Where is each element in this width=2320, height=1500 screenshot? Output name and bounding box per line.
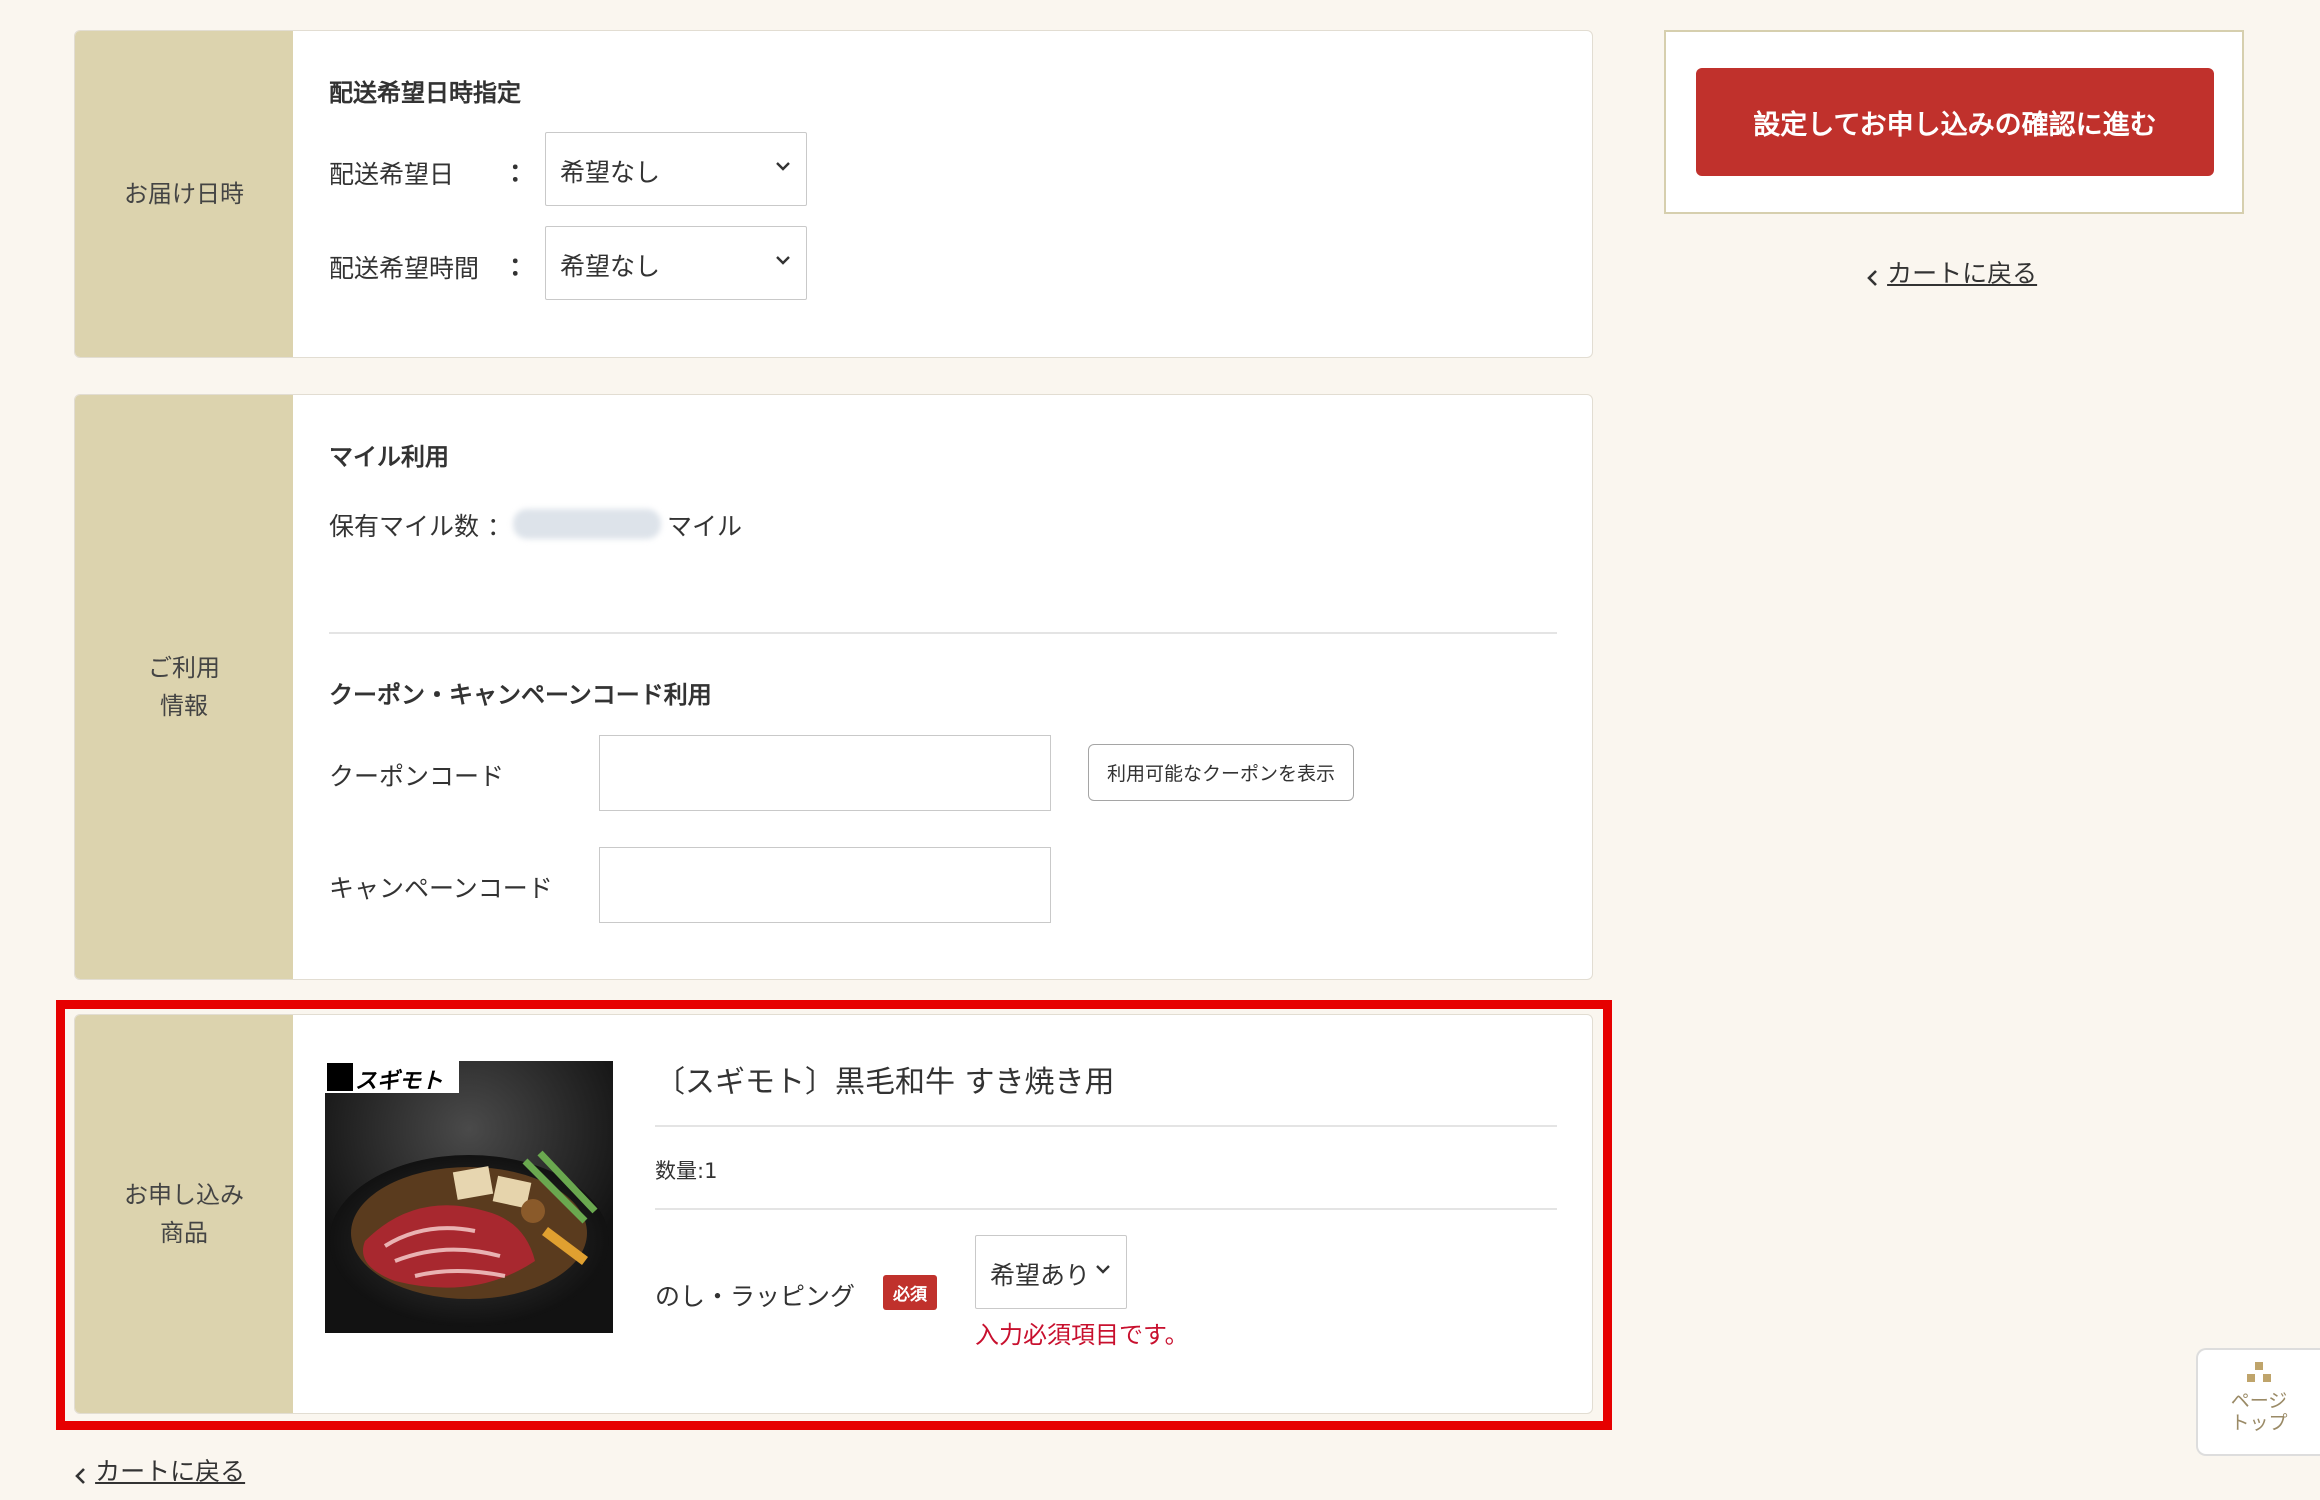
chevron-left-icon xyxy=(75,1467,85,1484)
coupon-code-input[interactable] xyxy=(599,735,1051,811)
sidebar-back-to-cart-link[interactable]: カートに戻る xyxy=(1887,259,2037,288)
product-photo xyxy=(325,1061,613,1333)
delivery-section-label: お届け日時 xyxy=(75,31,293,357)
wrapping-select[interactable]: 希望あり xyxy=(975,1235,1127,1309)
proceed-button-label: 設定してお申し込みの確認に進む xyxy=(1753,109,2157,141)
product-brand-logo: スギモト xyxy=(355,1069,444,1094)
campaign-code-label: キャンペーンコード xyxy=(329,874,553,903)
mile-balance-redacted xyxy=(513,509,661,539)
page-top-line1: ページ xyxy=(2230,1390,2288,1412)
delivery-date-value: 希望なし xyxy=(560,158,661,187)
mile-label: 保有マイル数 ： xyxy=(329,512,512,541)
delivery-time-label: 配送希望時間 xyxy=(329,254,480,283)
page-top-line2: トップ xyxy=(2230,1412,2288,1434)
product-divider-2 xyxy=(655,1208,1557,1210)
product-name[interactable]: 〔スギモト〕黒毛和牛 すき焼き用 xyxy=(655,1057,1115,1101)
order-section-label-line2: 商品 xyxy=(160,1219,208,1247)
product-divider-1 xyxy=(655,1125,1557,1127)
show-available-coupons-button[interactable]: 利用可能なクーポンを表示 xyxy=(1088,744,1355,801)
chevron-down-icon xyxy=(776,256,790,265)
usage-divider xyxy=(329,632,1557,634)
chevron-left-icon xyxy=(1867,269,1877,286)
product-image: スギモト xyxy=(325,1061,613,1333)
coupon-code-label: クーポンコード xyxy=(329,762,505,791)
delivery-card: お届け日時 配送希望日時指定 配送希望日 ： 希望なし 配送希望時間 ： 希望な… xyxy=(74,30,1593,358)
delivery-date-select[interactable]: 希望なし xyxy=(545,132,807,206)
delivery-date-colon: ： xyxy=(509,158,535,187)
order-section-label: お申し込み 商品 xyxy=(75,1015,293,1413)
usage-card: ご利用 情報 マイル利用 保有マイル数 ： マイル クーポン・キャンペーンコード… xyxy=(74,394,1593,980)
usage-section-label: ご利用 情報 xyxy=(75,395,293,979)
wrapping-label: のし・ラッピング xyxy=(655,1282,856,1311)
coupon-title: クーポン・キャンペーンコード利用 xyxy=(329,681,712,709)
mile-title: マイル利用 xyxy=(329,443,449,471)
sidebar-back-to-cart[interactable]: カートに戻る xyxy=(1864,254,2037,290)
product-quantity: 数量:1 xyxy=(655,1159,718,1183)
delivery-time-select[interactable]: 希望なし xyxy=(545,226,807,300)
chevron-down-icon xyxy=(1096,1265,1110,1274)
delivery-section-label-text: お届け日時 xyxy=(124,180,244,208)
footer-back-to-cart[interactable]: カートに戻る xyxy=(72,1452,245,1488)
delivery-date-label: 配送希望日 xyxy=(329,160,455,189)
chevron-down-icon xyxy=(776,162,790,171)
order-section-label-line1: お申し込み xyxy=(124,1181,244,1209)
delivery-time-value: 希望なし xyxy=(560,252,661,281)
wrapping-error-message: 入力必須項目です。 xyxy=(975,1321,1189,1349)
required-badge: 必須 xyxy=(883,1275,937,1310)
delivery-time-colon: ： xyxy=(509,252,535,281)
wrapping-value: 希望あり xyxy=(990,1261,1091,1290)
sidebar-box: 設定してお申し込みの確認に進む xyxy=(1664,30,2244,214)
footer-back-to-cart-link[interactable]: カートに戻る xyxy=(95,1457,245,1486)
page-top-button[interactable]: ページ トップ xyxy=(2196,1348,2320,1456)
order-card: お申し込み 商品 スギモト 〔スギモト〕黒毛和牛 すき焼き用 数量:1 のし・ラ… xyxy=(74,1014,1593,1414)
usage-section-label-line1: ご利用 xyxy=(148,654,220,682)
proceed-to-confirmation-button[interactable]: 設定してお申し込みの確認に進む xyxy=(1696,68,2214,176)
usage-section-label-line2: 情報 xyxy=(160,692,208,720)
campaign-code-input[interactable] xyxy=(599,847,1051,923)
page-top-icon xyxy=(2247,1362,2271,1382)
mile-unit: マイル xyxy=(667,512,743,541)
delivery-title: 配送希望日時指定 xyxy=(329,79,521,107)
